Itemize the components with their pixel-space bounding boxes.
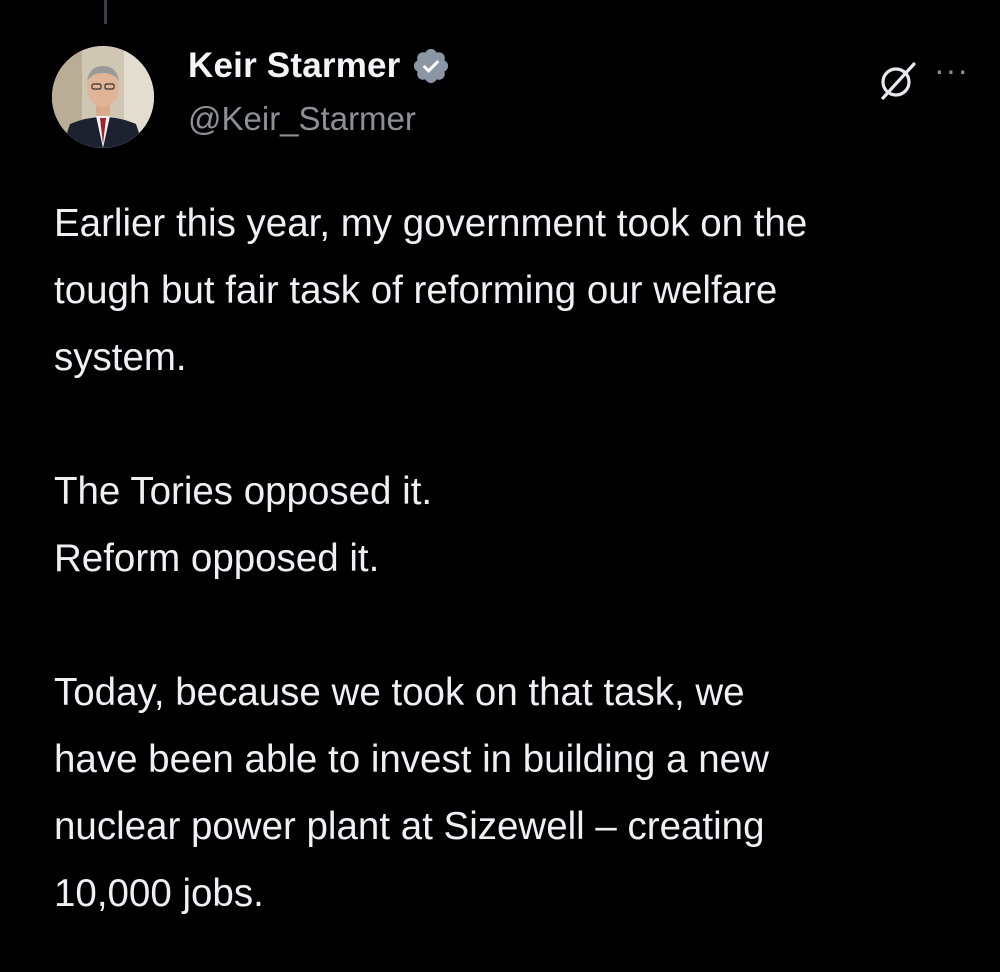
thread-connector-line — [104, 0, 107, 24]
tweet-line: 10,000 jobs. — [54, 872, 264, 915]
tweet-line: The Tories opposed it. — [54, 470, 433, 513]
tweet-text: Earlier this year, my government took on… — [54, 190, 984, 927]
tweet-line: nuclear power plant at Sizewell – creati… — [54, 805, 765, 848]
tweet-line: tough but fair task of reforming our wel… — [54, 269, 778, 312]
author-name-row: Keir Starmer — [188, 46, 451, 86]
tweet-line: have been able to invest in building a n… — [54, 738, 769, 781]
grok-icon[interactable] — [876, 58, 920, 102]
verified-badge-icon — [413, 48, 448, 84]
avatar-photo — [52, 46, 154, 148]
tweet-line: Earlier this year, my government took on… — [54, 202, 808, 245]
tweet-line: Today, because we took on that task, we — [54, 671, 745, 714]
tweet-line: Reform opposed it. — [54, 537, 380, 580]
tweet-line: system. — [54, 336, 187, 379]
author-display-name[interactable]: Keir Starmer — [188, 46, 401, 86]
more-options-icon[interactable]: ··· — [934, 52, 969, 89]
author-handle[interactable]: @Keir_Starmer — [188, 100, 416, 138]
avatar[interactable] — [52, 46, 154, 148]
